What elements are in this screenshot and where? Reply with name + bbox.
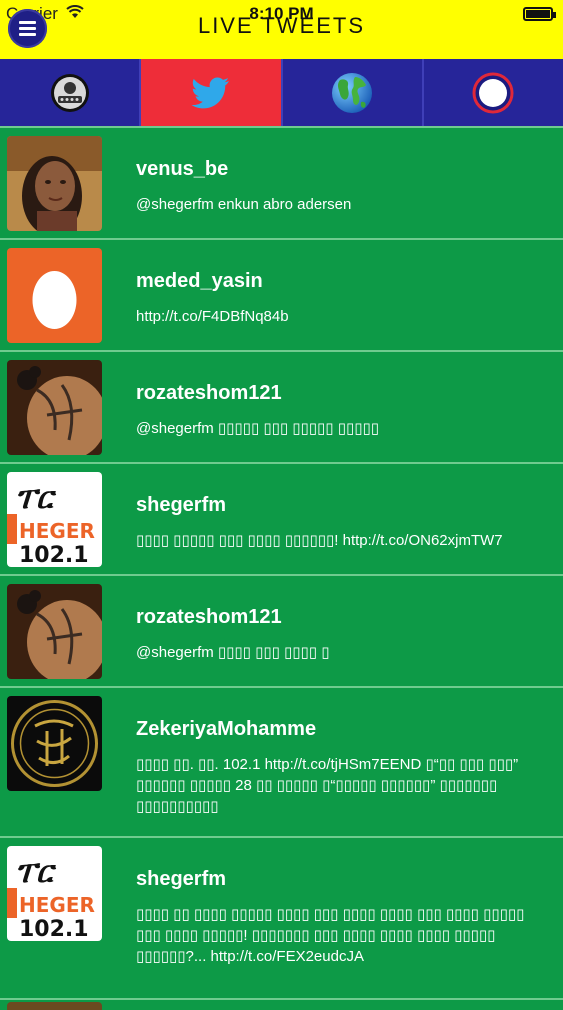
tweet-text: ▯▯▯▯ ▯▯▯▯▯ ▯▯▯ ▯▯▯▯ ▯▯▯▯▯▯! http://t.co/… — [136, 532, 503, 549]
tab-radio[interactable] — [0, 59, 142, 126]
tweet-item[interactable]: meded_yasin http://t.co/F4DBfNq84b — [0, 238, 563, 350]
svg-text:102.1: 102.1 — [19, 917, 89, 941]
svg-text:ፐር: ፐር — [15, 855, 57, 890]
tweet-username[interactable]: shegerfm — [136, 494, 226, 517]
tweet-text: @shegerfm ▯▯▯▯▯ ▯▯▯ ▯▯▯▯▯ ▯▯▯▯▯ — [136, 420, 380, 437]
tweet-username[interactable]: meded_yasin — [136, 270, 263, 293]
tweet-text[interactable]: http://t.co/F4DBfNq84b — [136, 306, 545, 327]
svg-text:102.1: 102.1 — [19, 543, 89, 567]
record-circle-icon — [472, 72, 514, 113]
tweet-item[interactable]: rozateshom121 @shegerfm ▯▯▯▯▯ ▯▯▯ ▯▯▯▯▯ … — [0, 350, 563, 462]
tab-bar — [0, 59, 563, 126]
twitter-bird-icon — [191, 77, 229, 108]
tweet-item[interactable]: rozateshom121 @shegerfm ▯▯▯▯ ▯▯▯ ▯▯▯▯ ▯ — [0, 574, 563, 686]
sheger-logo-avatar: ፐር HEGER 102.1 — [7, 846, 102, 941]
tab-record[interactable] — [423, 59, 563, 126]
default-egg-avatar — [7, 248, 102, 343]
page-title: LIVE TWEETS — [197, 13, 366, 38]
hamburger-icon — [19, 21, 36, 24]
tweet-username[interactable]: venus_be — [136, 158, 228, 181]
tweet-item[interactable]: venus_be @shegerfm enkun abro adersen — [0, 126, 563, 238]
tweet-username[interactable]: rozateshom121 — [136, 382, 282, 405]
tattoo-avatar — [7, 360, 102, 455]
tweet-text: @shegerfm enkun abro adersen — [136, 196, 352, 213]
svg-text:HEGER: HEGER — [19, 893, 95, 917]
tweet-username[interactable]: shegerfm — [136, 868, 226, 891]
tweet-text: @shegerfm ▯▯▯▯ ▯▯▯ ▯▯▯▯ ▯ — [136, 644, 330, 661]
tweet-item[interactable]: ZekeriyaMohamme ▯▯▯▯ ▯▯. ▯▯. 102.1 http:… — [0, 686, 563, 836]
header-bar: Carrier 8:10 PM LIVE TWEETS — [0, 0, 563, 59]
tweet-text: ▯▯▯▯ ▯▯. ▯▯. 102.1 http://t.co/tjHSm7EEN… — [136, 756, 519, 815]
tweet-text: ▯▯▯▯ ▯▯ ▯▯▯▯ ▯▯▯▯▯ ▯▯▯▯ ▯▯▯ ▯▯▯▯ ▯▯▯▯ ▯▯… — [136, 906, 525, 965]
svg-text:ፐር: ፐር — [15, 481, 57, 516]
tweet-username[interactable]: ZekeriyaMohamme — [136, 718, 316, 741]
portrait-avatar — [7, 136, 102, 231]
avatar — [7, 1002, 102, 1010]
svg-text:HEGER: HEGER — [19, 519, 95, 543]
tab-web[interactable] — [282, 59, 424, 126]
tweet-item[interactable]: ፐር HEGER 102.1 shegerfm ▯▯▯▯ ▯▯ ▯▯▯▯ ▯▯▯… — [0, 836, 563, 998]
tweet-username[interactable]: rozateshom121 — [136, 606, 282, 629]
radio-logo-icon — [50, 73, 89, 112]
tab-twitter[interactable] — [141, 59, 283, 126]
tattoo-avatar — [7, 584, 102, 679]
tweet-item[interactable]: ፐር HEGER 102.1 shegerfm ▯▯▯▯ ▯▯▯▯▯ ▯▯▯ ▯… — [0, 462, 563, 574]
menu-button[interactable] — [8, 9, 47, 48]
sheger-logo-avatar: ፐር HEGER 102.1 — [7, 472, 102, 567]
tweet-feed[interactable]: venus_be @shegerfm enkun abro adersen me… — [0, 126, 563, 1010]
globe-icon — [332, 72, 373, 113]
calligraphy-avatar — [7, 696, 102, 791]
